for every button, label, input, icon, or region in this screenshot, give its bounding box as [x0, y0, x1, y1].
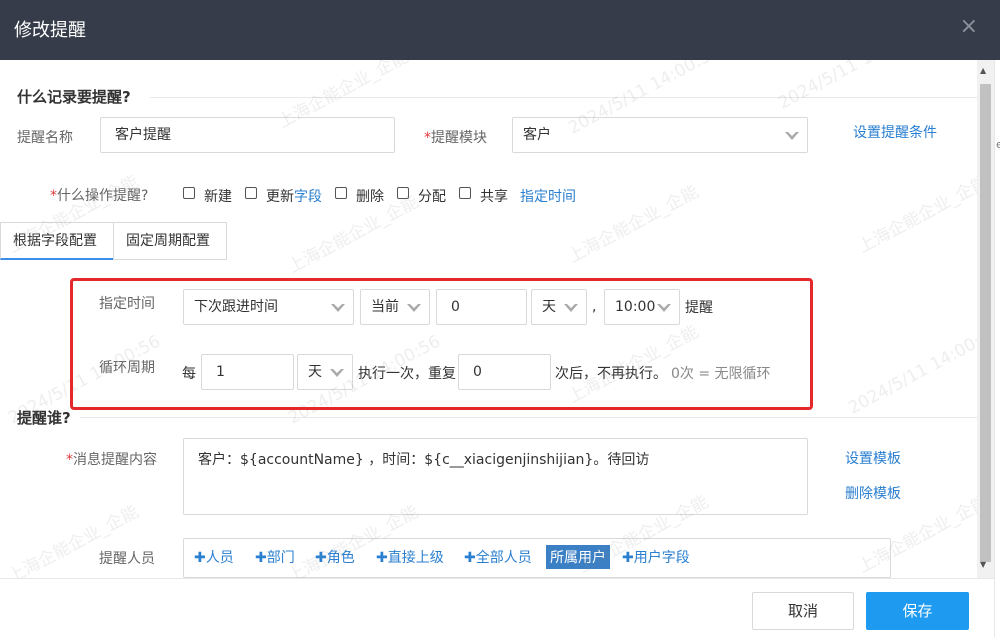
checkbox-new[interactable]: [183, 187, 195, 199]
people-selector: ✚人员 ✚部门 ✚角色 ✚直接上级 ✚全部人员 所属用户 ✚用户字段: [183, 538, 891, 578]
scrollbar[interactable]: ▲ ▼: [977, 60, 994, 578]
add-role-tag[interactable]: ✚角色: [315, 547, 355, 567]
plus-icon: ✚: [622, 550, 634, 566]
operation-label: *什么操作提醒?: [50, 188, 149, 204]
highlight-box: [70, 278, 813, 410]
dialog-titlebar: 修改提醒 ×: [0, 0, 1000, 60]
checkbox-assign-label: 分配: [418, 189, 446, 205]
module-label: *提醒模块: [424, 130, 487, 146]
module-value: 客户: [523, 127, 551, 143]
plus-icon: ✚: [255, 550, 267, 566]
checkbox-share-label: 共享: [480, 189, 508, 205]
message-textarea[interactable]: 客户：${accountName} ，时间：${c__xiacigenjinsh…: [183, 438, 808, 515]
module-select[interactable]: 客户: [512, 117, 808, 153]
background-page-edge: e: [994, 60, 1000, 637]
dialog-footer: 取消 保存: [0, 578, 994, 637]
message-value: 客户：${accountName} ，时间：${c__xiacigenjinsh…: [198, 452, 650, 468]
save-button[interactable]: 保存: [866, 592, 969, 630]
close-icon[interactable]: ×: [960, 14, 978, 39]
dialog-title: 修改提醒: [14, 20, 86, 41]
checkbox-delete[interactable]: [335, 187, 347, 199]
people-label: 提醒人员: [99, 551, 155, 567]
specify-time-link[interactable]: 指定时间: [520, 186, 576, 206]
name-label: 提醒名称: [17, 130, 73, 146]
checkbox-share[interactable]: [459, 187, 471, 199]
checkbox-update-label: 更新: [266, 189, 294, 205]
reminder-name-value: 客户提醒: [115, 127, 171, 143]
checkbox-delete-label: 删除: [356, 189, 384, 205]
checkbox-new-label: 新建: [204, 189, 232, 205]
delete-template-link[interactable]: 删除模板: [845, 483, 901, 503]
checkbox-update[interactable]: [245, 187, 257, 199]
add-department-tag[interactable]: ✚部门: [255, 547, 295, 567]
plus-icon: ✚: [464, 550, 476, 566]
owner-user-tag[interactable]: 所属用户: [546, 545, 610, 569]
checkbox-assign[interactable]: [397, 187, 409, 199]
tab-by-field[interactable]: 根据字段配置: [0, 222, 114, 260]
plus-icon: ✚: [376, 550, 388, 566]
plus-icon: ✚: [315, 550, 327, 566]
add-direct-superior-tag[interactable]: ✚直接上级: [376, 547, 444, 567]
tab-fixed-period[interactable]: 固定周期配置: [113, 222, 227, 260]
watermark: 上海企能企业_企能: [854, 171, 977, 258]
add-user-field-tag[interactable]: ✚用户字段: [622, 547, 690, 567]
update-field-link[interactable]: 字段: [294, 186, 322, 206]
cancel-button[interactable]: 取消: [752, 592, 854, 630]
scrollbar-thumb[interactable]: [980, 84, 991, 562]
scroll-down-icon[interactable]: ▼: [980, 560, 986, 569]
section-divider: [150, 97, 977, 98]
section-title-what: 什么记录要提醒?: [17, 88, 131, 106]
add-all-people-tag[interactable]: ✚全部人员: [464, 547, 532, 567]
section-title-who: 提醒谁?: [17, 409, 71, 427]
watermark: 2024/5/11 14:00:56: [845, 321, 977, 419]
scroll-up-icon[interactable]: ▲: [980, 66, 986, 75]
watermark: 2024/5/11 14:00:56: [775, 60, 934, 114]
set-template-link[interactable]: 设置模板: [845, 448, 901, 468]
section-divider: [80, 417, 977, 418]
plus-icon: ✚: [194, 550, 206, 566]
set-condition-link[interactable]: 设置提醒条件: [853, 122, 937, 142]
add-person-tag[interactable]: ✚人员: [194, 547, 234, 567]
message-label: *消息提醒内容: [66, 452, 157, 468]
reminder-name-input[interactable]: 客户提醒: [100, 117, 395, 153]
chevron-down-icon: [785, 132, 799, 140]
watermark: 上海企能企业_企能: [564, 181, 702, 268]
